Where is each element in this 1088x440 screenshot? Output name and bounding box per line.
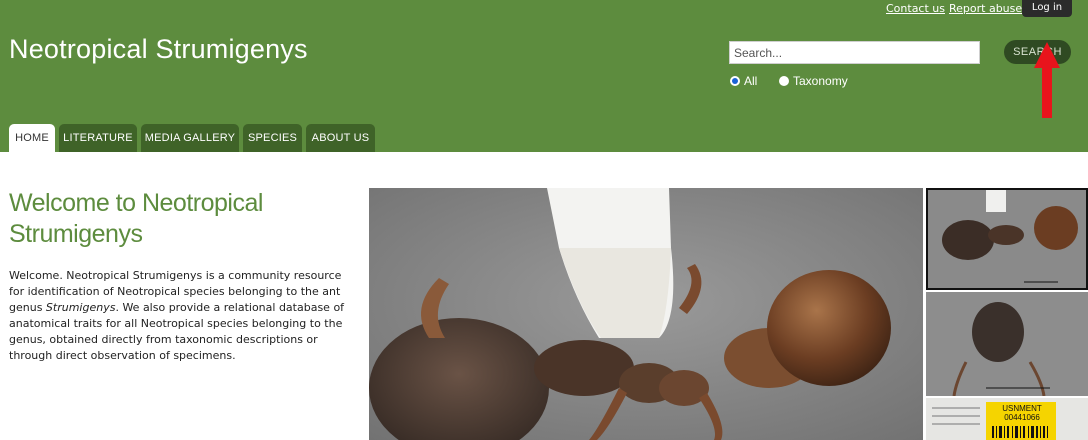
report-abuse-link[interactable]: Report abuse bbox=[949, 2, 1022, 15]
tab-literature[interactable]: LITERATURE bbox=[59, 124, 137, 152]
ant-specimen-illustration bbox=[369, 188, 923, 440]
contact-us-link[interactable]: Contact us bbox=[886, 2, 945, 15]
gallery-thumbnail-1[interactable] bbox=[926, 188, 1088, 290]
featured-specimen-image[interactable] bbox=[369, 188, 923, 440]
specimen-label-text: USNMENT 00441066 bbox=[1002, 404, 1042, 422]
annotation-arrow-icon bbox=[1034, 42, 1060, 118]
tab-about-us[interactable]: ABOUT US bbox=[306, 124, 375, 152]
search-input[interactable] bbox=[729, 41, 980, 64]
radio-unchecked-icon bbox=[779, 76, 789, 86]
tab-media-gallery[interactable]: MEDIA GALLERY bbox=[141, 124, 239, 152]
genus-name: Strumigenys bbox=[45, 301, 116, 314]
tab-home[interactable]: HOME bbox=[9, 124, 55, 152]
scope-all-label: All bbox=[744, 74, 758, 88]
scope-taxonomy-label: Taxonomy bbox=[793, 74, 848, 88]
site-header: Contact us Report abuse Log in Neotropic… bbox=[0, 0, 1088, 152]
tab-species[interactable]: SPECIES bbox=[243, 124, 302, 152]
scope-taxonomy-radio[interactable]: Taxonomy bbox=[779, 74, 848, 88]
gallery-thumbnail-3[interactable]: USNMENT 00441066 bbox=[926, 398, 1088, 440]
gallery-thumbnail-2[interactable] bbox=[926, 292, 1088, 396]
page-title: Welcome to Neotropical Strumigenys bbox=[9, 189, 263, 248]
intro-paragraph: Welcome. Neotropical Strumigenys is a co… bbox=[9, 268, 349, 364]
site-title[interactable]: Neotropical Strumigenys bbox=[9, 34, 308, 65]
radio-checked-icon bbox=[730, 76, 740, 86]
thumbnail-head-view-icon bbox=[926, 292, 1088, 396]
thumbnail-dorsal-view-icon bbox=[928, 190, 1086, 288]
login-button[interactable]: Log in bbox=[1022, 0, 1072, 17]
scope-all-radio[interactable]: All bbox=[730, 74, 757, 88]
